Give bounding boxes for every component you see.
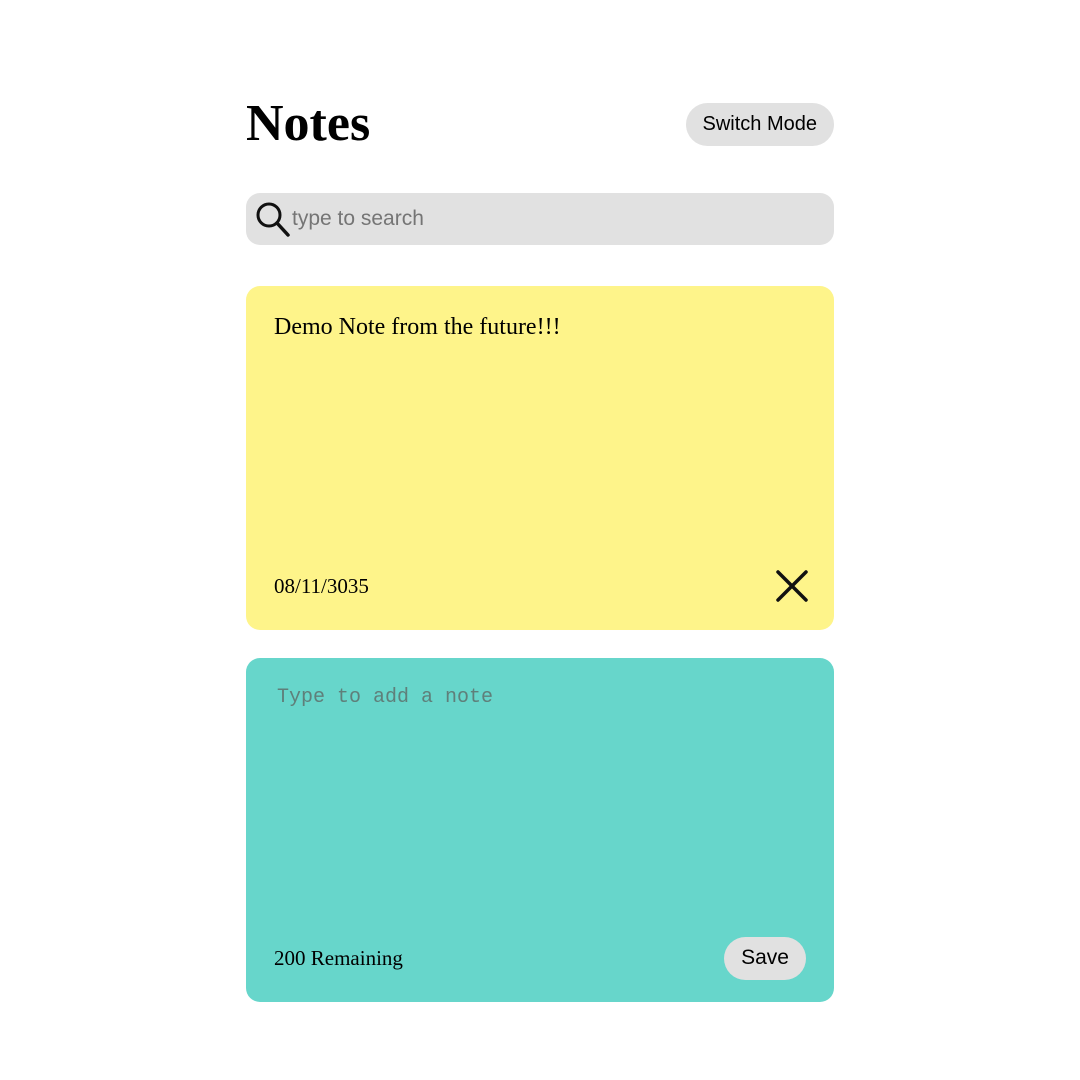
search-input[interactable] [292, 199, 834, 239]
header: Notes Switch Mode [246, 88, 834, 160]
note-text: Demo Note from the future!!! [274, 314, 561, 340]
close-icon[interactable] [772, 566, 812, 606]
remaining-count: 200 Remaining [274, 945, 403, 970]
page-title: Notes [246, 95, 371, 152]
save-button[interactable]: Save [724, 936, 806, 980]
notes-app: Notes Switch Mode Demo Note from the fut… [246, 88, 834, 1002]
note-date: 08/11/3035 [274, 573, 369, 598]
new-note-input[interactable] [277, 686, 806, 886]
search-icon [254, 199, 292, 239]
note-footer: 08/11/3035 [274, 566, 808, 606]
new-note-card: 200 Remaining Save [246, 658, 834, 1002]
switch-mode-button[interactable]: Switch Mode [685, 102, 834, 146]
search-bar [246, 193, 834, 245]
new-note-footer: 200 Remaining Save [274, 936, 806, 980]
note-card: Demo Note from the future!!! 08/11/3035 [246, 286, 834, 630]
